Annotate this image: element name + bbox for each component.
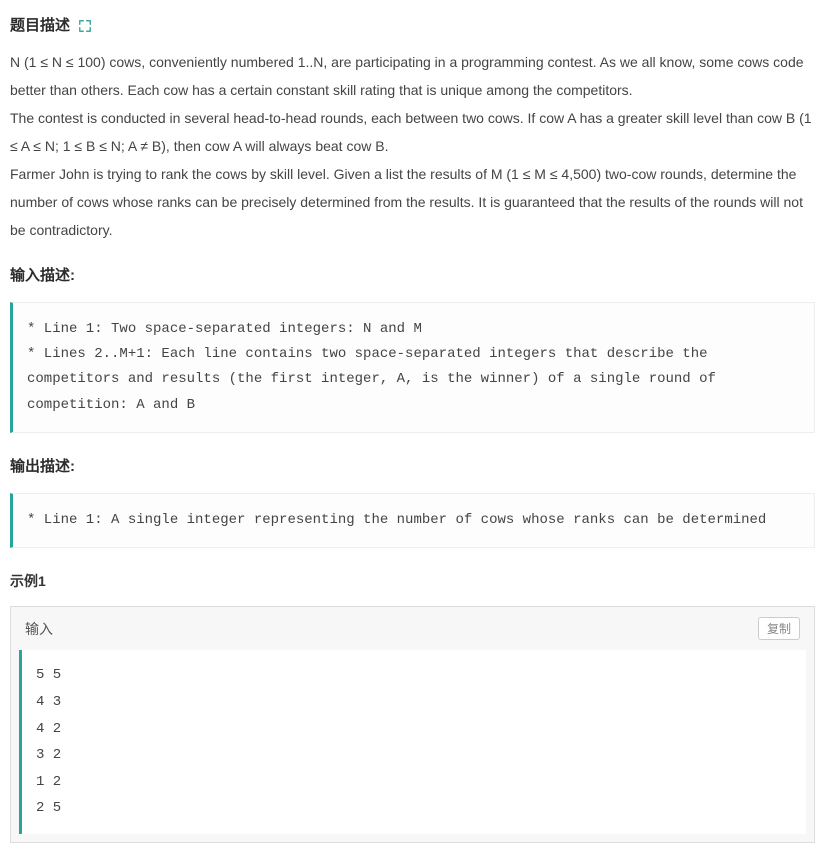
expand-icon[interactable] bbox=[78, 19, 92, 33]
example-input-label: 输入 bbox=[25, 618, 53, 640]
description-paragraph-3: Farmer John is trying to rank the cows b… bbox=[10, 160, 815, 244]
output-description-block: * Line 1: A single integer representing … bbox=[10, 493, 815, 548]
copy-button[interactable]: 复制 bbox=[758, 617, 800, 640]
input-description-title: 输入描述: bbox=[10, 264, 75, 288]
input-description-block: * Line 1: Two space-separated integers: … bbox=[10, 302, 815, 433]
problem-description-title: 题目描述 bbox=[10, 14, 70, 38]
output-description-title: 输出描述: bbox=[10, 455, 75, 479]
example-input-box: 输入 复制 5 5 4 3 4 2 3 2 1 2 2 5 bbox=[10, 606, 815, 843]
problem-description-header: 题目描述 bbox=[10, 14, 815, 38]
description-paragraph-1: N (1 ≤ N ≤ 100) cows, conveniently numbe… bbox=[10, 48, 815, 104]
example-header: 示例1 bbox=[10, 570, 815, 592]
description-paragraph-2: The contest is conducted in several head… bbox=[10, 104, 815, 160]
output-description-header: 输出描述: bbox=[10, 455, 815, 479]
example-input-box-header: 输入 复制 bbox=[11, 607, 814, 650]
problem-description-body: N (1 ≤ N ≤ 100) cows, conveniently numbe… bbox=[10, 48, 815, 244]
input-description-header: 输入描述: bbox=[10, 264, 815, 288]
example-input-code: 5 5 4 3 4 2 3 2 1 2 2 5 bbox=[19, 650, 806, 834]
